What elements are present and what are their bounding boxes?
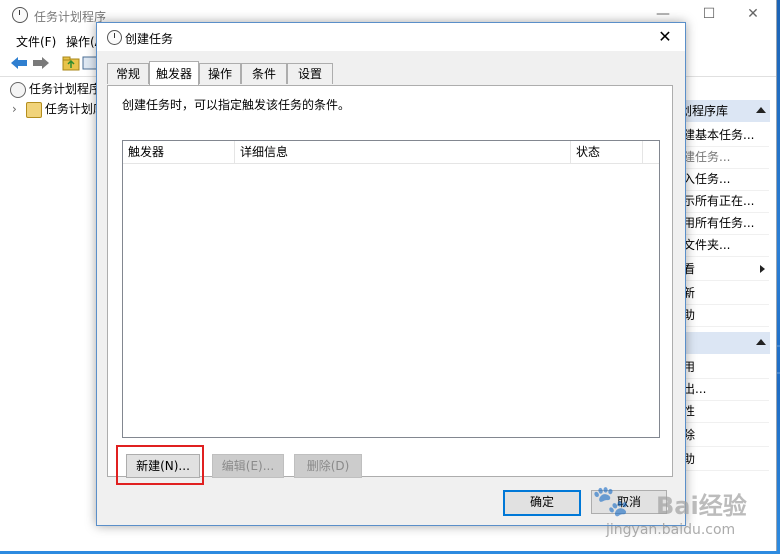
edit-trigger-button[interactable]: 编辑(E)... xyxy=(212,454,284,478)
action-show-running[interactable]: 示所有正在... xyxy=(683,190,769,213)
dialog-close-button[interactable]: ✕ xyxy=(651,25,679,49)
tab-general[interactable]: 常规 xyxy=(107,63,149,84)
clock-icon xyxy=(10,81,26,98)
clock-icon xyxy=(12,7,28,23)
tree-item-label: 任务计划程序 xyxy=(29,82,102,96)
baidu-watermark: 🐾 Bai经验 jingyan.baidu.com xyxy=(592,480,772,550)
triggers-panel: 创建任务时，可以指定触发该任务的条件。 触发器 详细信息 状态 新建(N)...… xyxy=(107,85,673,485)
tab-settings[interactable]: 设置 xyxy=(287,63,333,84)
highlight-annotation xyxy=(116,445,204,485)
tab-conditions[interactable]: 条件 xyxy=(241,63,287,84)
close-button[interactable]: ✕ xyxy=(730,0,776,30)
column-header-status[interactable]: 状态 xyxy=(571,141,643,163)
action-create-task[interactable]: 建任务... xyxy=(683,146,769,169)
collapse-arrow-icon[interactable] xyxy=(756,107,766,113)
navigation-tree: 任务计划程序 › 任务计划库 xyxy=(0,78,105,548)
action-delete[interactable]: 除 xyxy=(683,424,769,447)
actions-header-library[interactable]: 划程序库 xyxy=(680,100,770,122)
watermark-brand: Bai经验 xyxy=(656,492,747,520)
column-header-trigger[interactable]: 触发器 xyxy=(123,141,235,163)
dialog-title: 创建任务 xyxy=(125,32,174,46)
action-create-basic-task[interactable]: 建基本任务... xyxy=(683,124,769,147)
clock-icon xyxy=(107,30,122,45)
action-import-task[interactable]: 入任务... xyxy=(683,168,769,191)
ok-button[interactable]: 确定 xyxy=(503,490,581,516)
action-run[interactable]: 用 xyxy=(683,356,769,379)
back-arrow-icon[interactable] xyxy=(10,55,28,71)
delete-trigger-button[interactable]: 删除(D) xyxy=(294,454,362,478)
action-properties[interactable]: 性 xyxy=(683,400,769,423)
tab-triggers[interactable]: 触发器 xyxy=(149,61,199,85)
action-export[interactable]: 出... xyxy=(683,378,769,401)
trigger-list[interactable]: 触发器 详细信息 状态 xyxy=(122,140,660,438)
triggers-description: 创建任务时，可以指定触发该任务的条件。 xyxy=(122,98,351,112)
paw-logo-icon: 🐾 xyxy=(592,484,630,519)
forward-arrow-icon[interactable] xyxy=(32,55,50,71)
folder-icon xyxy=(25,101,42,118)
list-header: 触发器 详细信息 状态 xyxy=(123,141,659,164)
actions-header-selected[interactable] xyxy=(680,332,770,354)
submenu-arrow-icon xyxy=(760,265,765,273)
column-header-details[interactable]: 详细信息 xyxy=(235,141,571,163)
action-view[interactable]: 看 xyxy=(683,258,769,281)
actions-header-label: 划程序库 xyxy=(680,104,729,118)
create-task-dialog: 创建任务 ✕ 常规 触发器 操作 条件 设置 创建任务时，可以指定触发该任务的条… xyxy=(96,22,686,526)
tree-item-root[interactable]: 任务计划程序 xyxy=(10,80,101,98)
action-help-2[interactable]: 助 xyxy=(683,448,769,471)
action-enable-all-history[interactable]: 用所有任务... xyxy=(683,212,769,235)
tree-item-library[interactable]: › 任务计划库 xyxy=(12,100,105,118)
dialog-titlebar[interactable]: 创建任务 ✕ xyxy=(97,23,685,51)
tab-actions[interactable]: 操作 xyxy=(199,63,241,84)
folder-up-icon[interactable] xyxy=(62,55,80,71)
watermark-url: jingyan.baidu.com xyxy=(606,522,736,538)
maximize-button[interactable]: ☐ xyxy=(686,0,732,30)
action-help[interactable]: 助 xyxy=(683,304,769,327)
action-new-folder[interactable]: 文件夹... xyxy=(683,234,769,257)
menu-file[interactable]: 文件(F) xyxy=(16,33,56,50)
chevron-right-icon[interactable]: › xyxy=(12,102,22,116)
collapse-arrow-icon[interactable] xyxy=(756,339,766,345)
action-refresh[interactable]: 新 xyxy=(683,282,769,305)
